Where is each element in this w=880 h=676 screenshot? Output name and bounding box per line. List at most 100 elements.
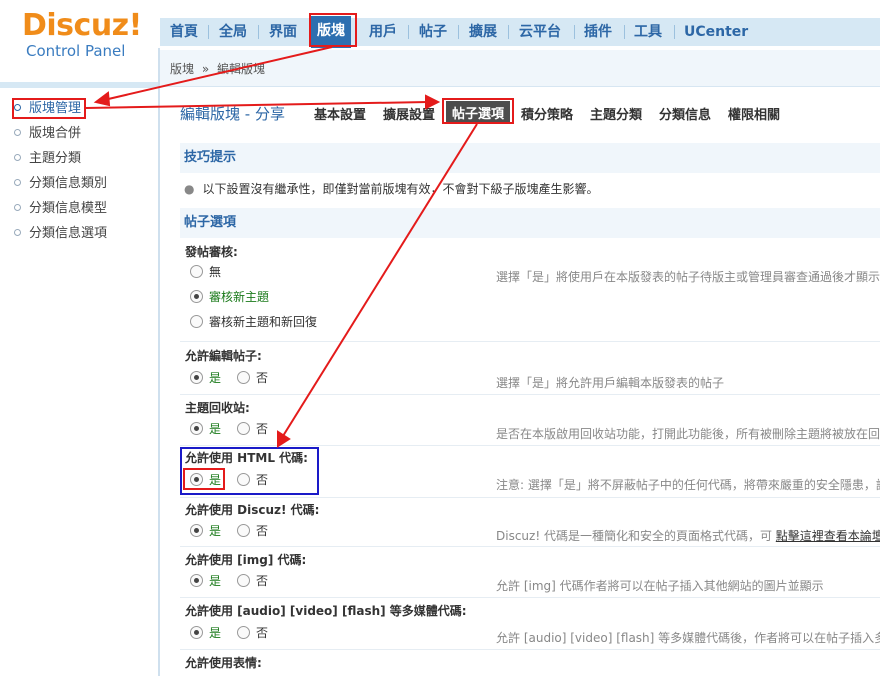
sidebar-item-label: 主題分類	[29, 151, 82, 166]
allow-edit-label: 允許編輯帖子:	[185, 349, 262, 363]
row-divider	[180, 597, 880, 598]
breadcrumb-separator: »	[201, 62, 210, 76]
radio-icon[interactable]	[237, 371, 250, 384]
topnav-separator	[508, 25, 509, 39]
radio-icon[interactable]	[237, 422, 250, 435]
logo[interactable]: Discuz! Control Panel	[22, 8, 142, 61]
topnav-plugins[interactable]: 插件	[584, 18, 612, 46]
topnav-interface[interactable]: 界面	[269, 18, 297, 46]
topnav-separator	[674, 25, 675, 39]
option-no-label: 否	[256, 422, 269, 436]
bullet-icon	[14, 229, 21, 236]
allow-discuz-code-yes[interactable]: 是	[190, 523, 221, 539]
topnav-cloud[interactable]: 云平台	[519, 18, 561, 46]
radio-icon[interactable]	[237, 626, 250, 639]
logo-brand: Discuz!	[22, 8, 142, 43]
top-nav: 首頁 全局 界面 版塊 用戶 帖子 擴展 云平台 插件 工具 UCenter	[160, 16, 880, 48]
sidebar-item-label: 分類信息類別	[29, 176, 108, 191]
option-no-label: 否	[256, 626, 269, 640]
audit-option-none[interactable]: 無	[190, 264, 221, 280]
annotation-box-html-yes	[183, 468, 225, 490]
option-no-label: 否	[256, 574, 269, 588]
audit-description: 選擇「是」將使用戶在本版發表的帖子待版主或管理員審查通過後才顯示	[496, 270, 880, 284]
topnav-separator	[574, 25, 575, 39]
bullet-icon: ●	[184, 182, 195, 196]
option-yes-label: 是	[209, 524, 222, 538]
topnav-separator	[624, 25, 625, 39]
allow-img-yes[interactable]: 是	[190, 573, 221, 589]
radio-selected-icon[interactable]	[190, 290, 203, 303]
topnav-home[interactable]: 首頁	[170, 18, 198, 46]
tab-extended-settings[interactable]: 擴展設置	[383, 104, 435, 123]
topnav-tools[interactable]: 工具	[634, 18, 662, 46]
allow-discuz-code-label: 允許使用 Discuz! 代碼:	[185, 503, 320, 517]
recycle-bin-no[interactable]: 否	[237, 421, 268, 437]
bullet-icon	[14, 129, 21, 136]
sidebar-divider	[158, 48, 160, 676]
allow-media-label: 允許使用 [audio] [video] [flash] 等多媒體代碼:	[185, 604, 467, 618]
topnav-global[interactable]: 全局	[219, 18, 247, 46]
row-divider	[180, 649, 880, 650]
audit-option-label: 審核新主題	[209, 290, 270, 304]
sidebar-item-label: 分類信息模型	[29, 201, 108, 216]
allow-img-no[interactable]: 否	[237, 573, 268, 589]
allow-img-label: 允許使用 [img] 代碼:	[185, 553, 307, 567]
arrow-head-icon	[277, 430, 291, 448]
breadcrumb-root[interactable]: 版塊	[170, 62, 194, 76]
radio-icon[interactable]	[237, 524, 250, 537]
sidebar-item-thread-types[interactable]: 主題分類	[14, 150, 81, 168]
tips-text: ● 以下設置沒有繼承性，即僅對當前版塊有效，不會對下級子版塊產生影響。	[184, 180, 599, 197]
radio-selected-icon[interactable]	[190, 524, 203, 537]
row-divider	[180, 341, 880, 342]
sidebar-item-info-models[interactable]: 分類信息模型	[14, 200, 107, 218]
radio-selected-icon[interactable]	[190, 371, 203, 384]
audit-option-new-threads[interactable]: 審核新主題	[190, 289, 269, 305]
description-text: Discuz! 代碼是一種簡化和安全的頁面格式代碼，可	[496, 529, 772, 543]
topnav-ucenter[interactable]: UCenter	[684, 18, 748, 46]
annotation-box-sidebar	[12, 98, 86, 119]
sidebar-item-info-categories[interactable]: 分類信息類別	[14, 175, 107, 193]
breadcrumb-current: 編輯版塊	[217, 62, 266, 76]
sidebar-item-info-options[interactable]: 分類信息選項	[14, 225, 107, 243]
view-codes-link[interactable]: 點擊這裡查看本論壇	[776, 529, 880, 543]
page-title: 編輯版塊 - 分享	[180, 105, 285, 123]
audit-option-label: 審核新主題和新回復	[209, 315, 318, 329]
post-options-heading: 帖子選項	[180, 208, 880, 238]
allow-discuz-code-no[interactable]: 否	[237, 523, 268, 539]
allow-media-yes[interactable]: 是	[190, 625, 221, 641]
topnav-posts[interactable]: 帖子	[419, 18, 447, 46]
radio-selected-icon[interactable]	[190, 574, 203, 587]
allow-edit-no[interactable]: 否	[237, 370, 268, 386]
tab-info-categories[interactable]: 分類信息	[659, 104, 711, 123]
radio-icon[interactable]	[237, 574, 250, 587]
allow-html-description: 注意: 選擇「是」將不屏蔽帖子中的任何代碼，將帶來嚴重的安全隱患，請	[496, 478, 880, 492]
annotation-box-topnav	[309, 13, 357, 47]
tips-heading: 技巧提示	[180, 143, 880, 173]
sidebar-item-forum-merge[interactable]: 版塊合併	[14, 125, 81, 143]
radio-selected-icon[interactable]	[190, 626, 203, 639]
radio-icon[interactable]	[190, 265, 203, 278]
topnav-users[interactable]: 用戶	[369, 18, 397, 46]
tab-basic-settings[interactable]: 基本設置	[314, 104, 366, 123]
allow-edit-description: 選擇「是」將允許用戶編輯本版發表的帖子	[496, 376, 725, 390]
row-divider	[180, 497, 880, 498]
option-yes-label: 是	[209, 574, 222, 588]
option-yes-label: 是	[209, 371, 222, 385]
allow-media-no[interactable]: 否	[237, 625, 268, 641]
allow-edit-yes[interactable]: 是	[190, 370, 221, 386]
topnav-extensions[interactable]: 擴展	[469, 18, 497, 46]
option-no-label: 否	[256, 371, 269, 385]
tab-credit-policy[interactable]: 積分策略	[521, 104, 573, 123]
radio-icon[interactable]	[190, 315, 203, 328]
audit-option-label: 無	[209, 265, 222, 279]
sidebar-top-strip	[0, 82, 158, 88]
bullet-icon	[14, 204, 21, 211]
audit-option-threads-and-replies[interactable]: 審核新主題和新回復	[190, 314, 317, 330]
radio-selected-icon[interactable]	[190, 422, 203, 435]
tab-permissions[interactable]: 權限相關	[728, 104, 780, 123]
allow-discuz-code-description: Discuz! 代碼是一種簡化和安全的頁面格式代碼，可 點擊這裡查看本論壇	[496, 527, 880, 544]
tab-thread-types[interactable]: 主題分類	[590, 104, 642, 123]
recycle-bin-yes[interactable]: 是	[190, 421, 221, 437]
allow-media-description: 允許 [audio] [video] [flash] 等多媒體代碼後，作者將可以…	[496, 631, 880, 645]
audit-label: 發帖審核:	[185, 245, 238, 259]
